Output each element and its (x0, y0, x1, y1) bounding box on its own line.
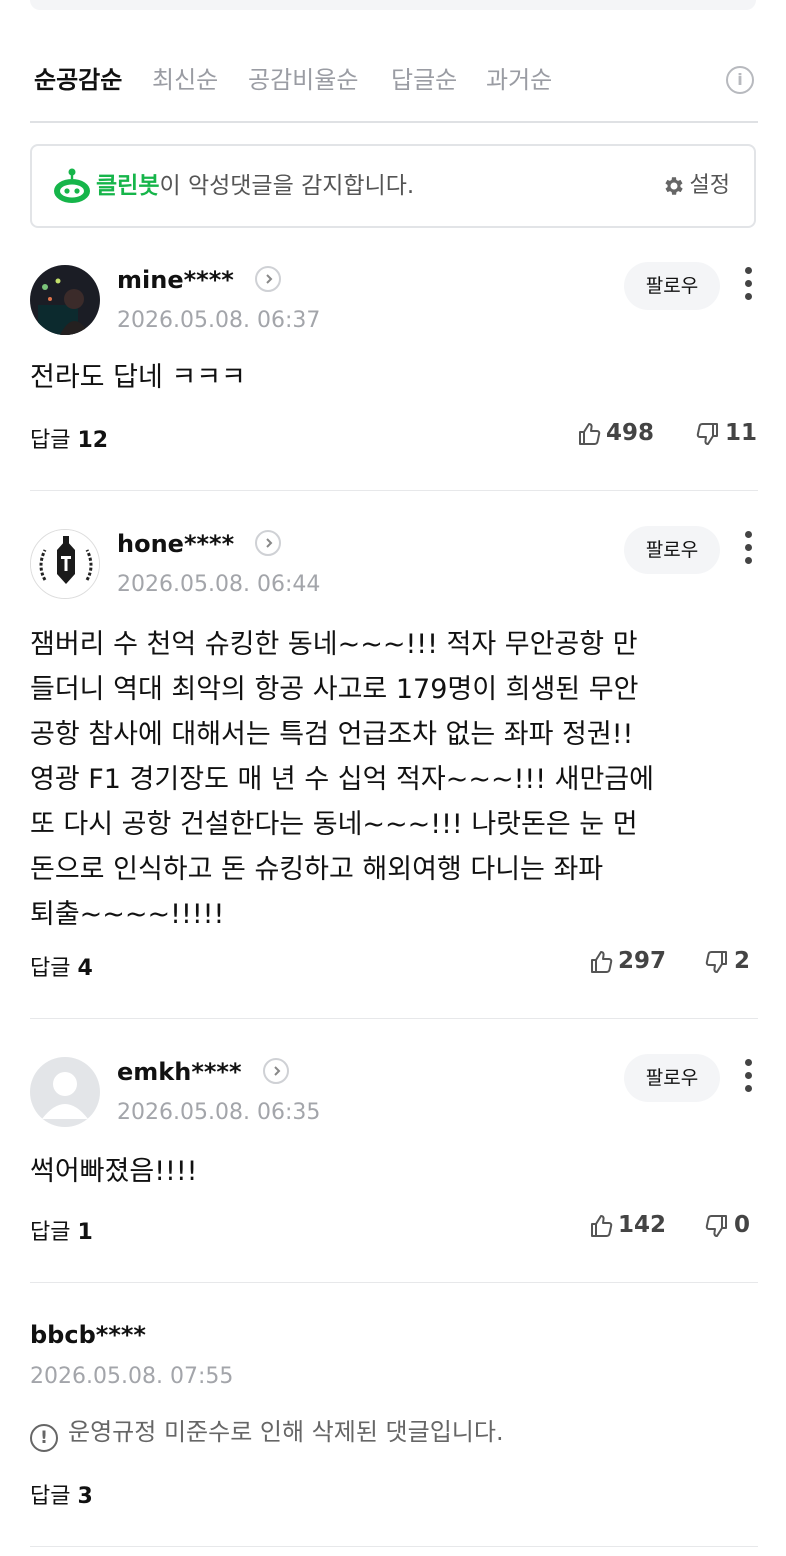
like-button[interactable]: 142 (588, 1212, 666, 1239)
reply-button[interactable]: 답글 12 (30, 422, 108, 454)
comment-divider (30, 1018, 758, 1019)
more-options-icon[interactable] (738, 531, 758, 567)
reply-button[interactable]: 답글 3 (30, 1478, 93, 1510)
dislike-button[interactable]: 11 (695, 420, 757, 447)
follow-button[interactable]: 팔로우 (624, 526, 720, 574)
cleanbot-banner: 클린봇이 악성댓글을 감지합니다. 설정 (30, 144, 756, 228)
comment-divider (30, 490, 758, 491)
tabs-divider (30, 121, 758, 123)
tab-sort-latest[interactable]: 최신순 (152, 58, 218, 102)
comment-item: mine**** 2026.05.08. 06:37 팔로우 전라도 답네 ㅋㅋ… (30, 262, 758, 465)
comment-item: emkh**** 2026.05.08. 06:35 팔로우 썩어빠졌음!!!!… (30, 1054, 758, 1257)
avatar[interactable] (30, 1057, 100, 1127)
comment-text: 전라도 답네 ㅋㅋㅋ (30, 362, 246, 393)
cleanbot-message: 클린봇이 악성댓글을 감지합니다. (96, 146, 414, 226)
comment-nickname[interactable]: mine**** (117, 265, 234, 295)
dislike-count: 0 (734, 1212, 751, 1238)
dislike-button[interactable]: 0 (704, 1212, 750, 1239)
comment-date: 2026.05.08. 06:37 (117, 308, 321, 333)
follow-button[interactable]: 팔로우 (624, 1054, 720, 1102)
chevron-right-icon[interactable] (255, 530, 281, 556)
like-count: 498 (606, 420, 655, 446)
comment-text: 잼버리 수 천억 슈킹한 동네~~~!!! 적자 무안공항 만 들더니 역대 최… (30, 629, 654, 930)
chevron-right-icon[interactable] (263, 1058, 289, 1084)
alert-icon: ! (30, 1424, 58, 1452)
deleted-notice-text: 운영규정 미준수로 인해 삭제된 댓글입니다. (68, 1418, 504, 1446)
thumbs-down-icon (705, 950, 727, 973)
comment-text: 썩어빠졌음!!!! (30, 1156, 198, 1187)
more-options-icon[interactable] (738, 1059, 758, 1095)
gear-icon (664, 177, 683, 195)
comment-divider (30, 1282, 758, 1283)
tab-sort-popular[interactable]: 순공감순 (34, 58, 122, 102)
thumbs-down-icon (705, 1214, 727, 1237)
cleanbot-robot-icon (54, 168, 90, 203)
thumbs-down-icon (696, 422, 718, 445)
previous-card-edge (30, 0, 756, 10)
comment-nickname[interactable]: bbcb**** (30, 1320, 146, 1350)
chevron-right-icon[interactable] (255, 266, 281, 292)
cleanbot-settings-label: 설정 (689, 173, 730, 198)
avatar[interactable] (30, 265, 100, 335)
dislike-button[interactable]: 2 (704, 948, 750, 975)
like-button[interactable]: 297 (588, 948, 666, 975)
reply-count: 1 (77, 1220, 93, 1245)
dislike-count: 11 (725, 420, 758, 446)
reply-label: 답글 (30, 956, 71, 981)
thumbs-up-icon (591, 950, 613, 973)
cleanbot-settings-button[interactable]: 설정 (662, 146, 730, 226)
tab-sort-ratio[interactable]: 공감비율순 (248, 58, 358, 102)
comment-date: 2026.05.08. 06:44 (117, 572, 321, 597)
reply-label: 답글 (30, 1484, 71, 1509)
info-icon[interactable]: i (726, 66, 754, 94)
deleted-comment-notice: ! 운영규정 미준수로 인해 삭제된 댓글입니다. (30, 1412, 504, 1452)
like-button[interactable]: 498 (576, 420, 654, 447)
like-count: 297 (618, 948, 667, 974)
thumbs-up-icon (591, 1214, 613, 1237)
follow-button[interactable]: 팔로우 (624, 262, 720, 310)
like-count: 142 (618, 1212, 667, 1238)
dislike-count: 2 (734, 948, 751, 974)
comment-date: 2026.05.08. 07:55 (30, 1364, 234, 1389)
reply-count: 12 (77, 428, 109, 453)
comment-item: hone**** 2026.05.08. 06:44 팔로우 잼버리 수 천억 … (30, 526, 758, 999)
comment-nickname[interactable]: hone**** (117, 529, 234, 559)
comment-date: 2026.05.08. 06:35 (117, 1100, 321, 1125)
sort-tabs: 순공감순 최신순 공감비율순 답글순 과거순 i (30, 58, 756, 102)
reply-button[interactable]: 답글 1 (30, 1214, 93, 1246)
tab-sort-replies[interactable]: 답글순 (391, 58, 457, 102)
reply-button[interactable]: 답글 4 (30, 950, 93, 982)
comment-nickname[interactable]: emkh**** (117, 1057, 242, 1087)
thumbs-up-icon (579, 422, 601, 445)
reply-count: 4 (77, 956, 93, 981)
comment-divider (30, 1546, 758, 1547)
cleanbot-brand: 클린봇 (96, 173, 160, 199)
more-options-icon[interactable] (738, 267, 758, 303)
cleanbot-description: 이 악성댓글을 감지합니다. (159, 173, 415, 199)
reply-count: 3 (77, 1484, 93, 1509)
reply-label: 답글 (30, 428, 71, 453)
tab-sort-oldest[interactable]: 과거순 (486, 58, 552, 102)
reply-label: 답글 (30, 1220, 71, 1245)
avatar[interactable] (30, 529, 100, 599)
